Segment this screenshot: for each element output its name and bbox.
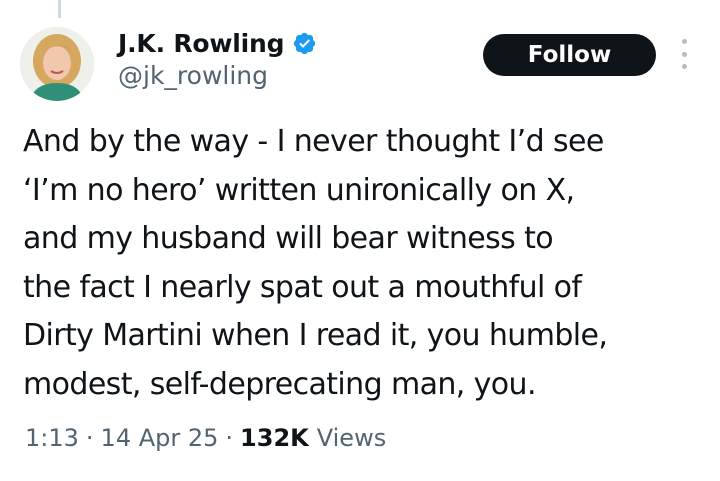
tweet-time[interactable]: 1:13 [25,424,79,452]
verified-badge-icon[interactable] [292,31,317,56]
follow-button[interactable]: Follow [483,34,656,76]
avatar-image [20,27,94,101]
views-label: Views [316,424,387,452]
avatar[interactable] [20,27,94,101]
meta-separator: · [85,424,94,452]
more-dot [681,51,687,57]
tweet-date[interactable]: 14 Apr 25 [101,424,219,452]
tweet-text: And by the way - I never thought I’d see… [23,124,608,402]
tweet-meta: 1:13 · 14 Apr 25 · 132K Views [25,424,386,452]
author-name-row: J.K. Rowling [118,26,317,60]
views-count[interactable]: 132K [240,424,309,452]
author-handle[interactable]: @jk_rowling [118,61,317,90]
author-display-name[interactable]: J.K. Rowling [118,29,285,58]
thread-connector-line [58,0,61,18]
author-info: J.K. Rowling @jk_rowling [118,26,317,90]
more-dot [681,64,687,69]
meta-separator: · [225,424,234,452]
more-options-icon[interactable] [676,39,692,69]
more-dot [681,39,687,44]
